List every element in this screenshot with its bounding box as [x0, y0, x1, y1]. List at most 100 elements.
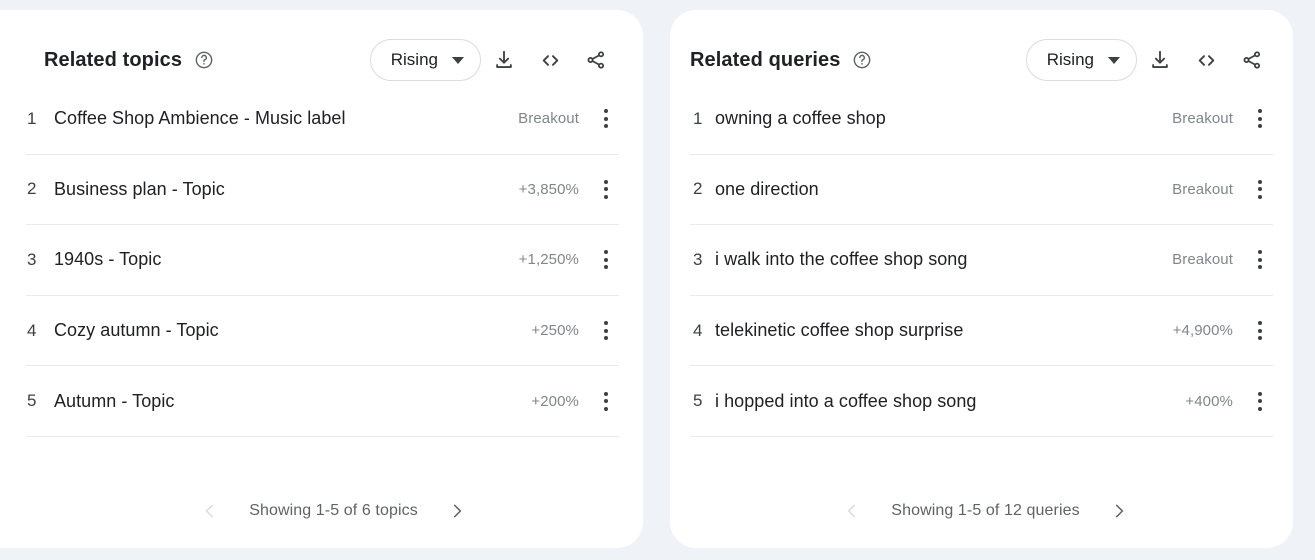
row-more-menu-button[interactable]	[595, 172, 619, 206]
row-value: +400%	[1185, 392, 1233, 410]
row-label[interactable]: i hopped into a coffee shop song	[715, 391, 1185, 412]
row-value: Breakout	[1172, 251, 1233, 269]
trends-related-panels: Related topics Rising 1 Coffee Shop Ambi…	[0, 0, 1315, 560]
chevron-right-icon	[453, 504, 461, 518]
row-label[interactable]: Coffee Shop Ambience - Music label	[54, 108, 518, 129]
dot	[1258, 187, 1262, 192]
row-rank: 2	[693, 179, 703, 199]
download-icon	[1152, 50, 1168, 68]
share-button[interactable]	[1229, 37, 1275, 83]
row-rank: 4	[27, 320, 37, 340]
sort-select[interactable]: Rising	[1025, 39, 1137, 81]
row-more-menu-button[interactable]	[1249, 243, 1273, 277]
row-rank: 5	[27, 391, 37, 411]
dot	[604, 328, 608, 333]
row-more-menu-button[interactable]	[1249, 172, 1273, 206]
row-rank: 3	[693, 249, 703, 269]
row-label[interactable]: 1940s - Topic	[54, 249, 519, 270]
code-brackets-icon	[1198, 54, 1214, 66]
row-more-menu-button[interactable]	[595, 314, 619, 348]
row-label[interactable]: Business plan - Topic	[54, 179, 519, 200]
row-label[interactable]: one direction	[715, 179, 1172, 200]
embed-button[interactable]	[1183, 37, 1229, 83]
download-button[interactable]	[481, 37, 527, 83]
chevron-left-icon	[848, 504, 856, 518]
pagination-next-button[interactable]	[444, 494, 470, 528]
row-value: Breakout	[1172, 110, 1233, 128]
row-more-menu-button[interactable]	[1249, 384, 1273, 418]
sort-select[interactable]: Rising	[369, 39, 481, 81]
dot	[604, 187, 608, 192]
dot	[1258, 250, 1262, 255]
table-row[interactable]: 1 Coffee Shop Ambience - Music label Bre…	[26, 84, 619, 155]
row-label[interactable]: Cozy autumn - Topic	[54, 320, 531, 341]
dot	[1258, 116, 1262, 121]
dot	[604, 399, 608, 404]
dot	[604, 257, 608, 262]
row-more-menu-button[interactable]	[595, 102, 619, 136]
row-label[interactable]: Autumn - Topic	[54, 391, 531, 412]
dot	[1258, 194, 1262, 199]
chevron-down-icon	[452, 56, 464, 64]
help-circle-icon[interactable]	[194, 50, 214, 70]
title-group: Related queries	[690, 49, 1026, 72]
row-label[interactable]: i walk into the coffee shop song	[715, 249, 1172, 270]
dot	[1258, 124, 1262, 129]
table-row[interactable]: 2 one direction Breakout	[690, 155, 1273, 226]
row-more-menu-button[interactable]	[1249, 314, 1273, 348]
pagination-prev-button[interactable]	[197, 494, 223, 528]
dot	[604, 116, 608, 121]
share-button[interactable]	[573, 37, 619, 83]
table-row[interactable]: 4 telekinetic coffee shop surprise +4,90…	[690, 296, 1273, 367]
dot	[604, 179, 608, 184]
table-row[interactable]: 5 i hopped into a coffee shop song +400%	[690, 366, 1273, 437]
pagination-next-button[interactable]	[1106, 494, 1132, 528]
dot	[604, 406, 608, 411]
row-more-menu-button[interactable]	[595, 384, 619, 418]
chevron-down-icon	[1108, 56, 1120, 64]
pagination: Showing 1-5 of 6 topics	[0, 474, 643, 548]
dot	[604, 250, 608, 255]
dot	[1258, 257, 1262, 262]
related-topics-list: 1 Coffee Shop Ambience - Music label Bre…	[0, 84, 643, 474]
card-header: Related queries Rising	[670, 10, 1293, 84]
dot	[1258, 109, 1262, 114]
pagination-prev-button[interactable]	[839, 494, 865, 528]
row-value: +1,250%	[518, 251, 579, 269]
page-title: Related queries	[690, 48, 841, 71]
dot	[1258, 406, 1262, 411]
dot	[604, 336, 608, 341]
row-more-menu-button[interactable]	[595, 243, 619, 277]
pagination-status: Showing 1-5 of 6 topics	[249, 502, 418, 519]
table-row[interactable]: 3 i walk into the coffee shop song Break…	[690, 225, 1273, 296]
dot	[604, 265, 608, 270]
row-value: +250%	[531, 322, 579, 340]
row-rank: 5	[693, 391, 703, 411]
row-value: Breakout	[1172, 180, 1233, 198]
row-label[interactable]: telekinetic coffee shop surprise	[715, 320, 1173, 341]
row-more-menu-button[interactable]	[1249, 102, 1273, 136]
download-button[interactable]	[1137, 37, 1183, 83]
related-topics-card: Related topics Rising 1 Coffee Shop Ambi…	[0, 10, 643, 548]
table-row[interactable]: 2 Business plan - Topic +3,850%	[26, 155, 619, 226]
pagination-status: Showing 1-5 of 12 queries	[891, 502, 1080, 519]
help-circle-icon[interactable]	[852, 50, 872, 70]
sort-select-value: Rising	[1046, 50, 1094, 69]
sort-select-value: Rising	[390, 50, 438, 69]
dot	[604, 124, 608, 129]
dot	[1258, 265, 1262, 270]
table-row[interactable]: 3 1940s - Topic +1,250%	[26, 225, 619, 296]
embed-button[interactable]	[527, 37, 573, 83]
row-label[interactable]: owning a coffee shop	[715, 108, 1172, 129]
code-brackets-icon	[542, 54, 558, 66]
dot	[604, 194, 608, 199]
row-value: +4,900%	[1172, 322, 1233, 340]
row-rank: 1	[27, 108, 37, 128]
dot	[604, 321, 608, 326]
header-actions: Rising	[369, 37, 619, 83]
dot	[1258, 179, 1262, 184]
dot	[1258, 399, 1262, 404]
table-row[interactable]: 4 Cozy autumn - Topic +250%	[26, 296, 619, 367]
table-row[interactable]: 1 owning a coffee shop Breakout	[690, 84, 1273, 155]
table-row[interactable]: 5 Autumn - Topic +200%	[26, 366, 619, 437]
